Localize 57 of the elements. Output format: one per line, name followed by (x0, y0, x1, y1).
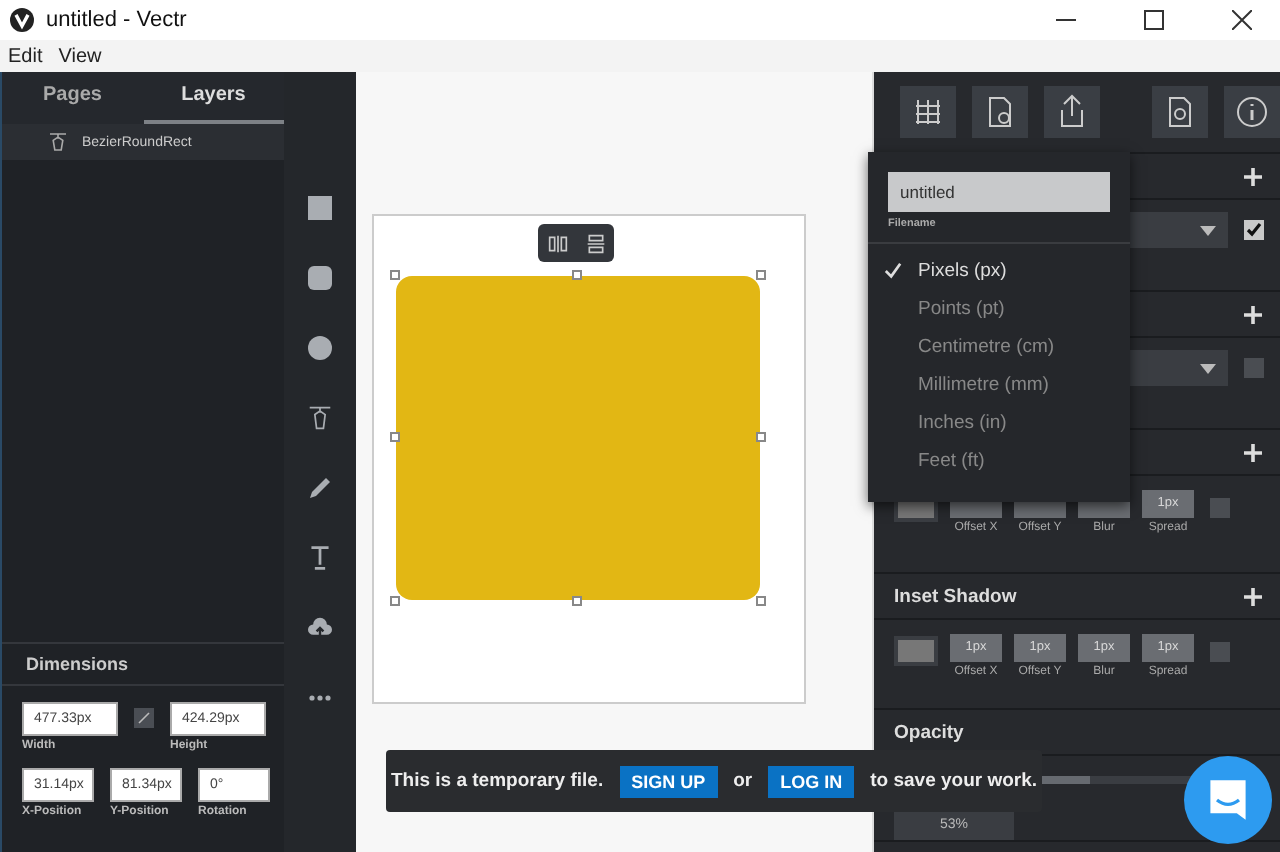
pen-tool-icon[interactable] (308, 406, 332, 430)
menu-item[interactable]: Edit (8, 45, 43, 67)
add-icon[interactable] (1244, 443, 1262, 461)
section-title: Inset Shadow (894, 585, 1017, 607)
notification-text: to save your work. (870, 770, 1038, 792)
info-icon[interactable] (1224, 86, 1280, 138)
logo-icon (10, 8, 34, 32)
section-title: Opacity (894, 721, 964, 743)
resize-handle[interactable] (756, 432, 766, 442)
resize-handle[interactable] (572, 596, 582, 606)
unit-option[interactable]: Centimetre (cm) (868, 328, 1130, 366)
chat-icon[interactable] (1184, 756, 1272, 844)
caret-icon (1200, 225, 1216, 235)
unit-option[interactable]: Inches (in) (868, 404, 1130, 442)
unit-option[interactable]: Feet (ft) (868, 442, 1130, 480)
maximize-icon[interactable] (1144, 10, 1164, 30)
log-in-button[interactable]: LOG IN (768, 765, 855, 797)
sign-up-button[interactable]: SIGN UP (619, 765, 718, 797)
close-icon[interactable] (1232, 10, 1252, 30)
pencil-icon[interactable] (308, 476, 332, 500)
color-swatch[interactable] (894, 636, 938, 666)
rounded-square-icon[interactable] (308, 266, 332, 290)
panel-tab[interactable]: Pages (2, 72, 143, 124)
text-icon[interactable] (308, 546, 332, 570)
circle-icon[interactable] (308, 336, 332, 360)
link-icon[interactable] (134, 708, 154, 728)
flip-horizontal-icon[interactable] (547, 233, 567, 253)
add-icon[interactable] (1244, 587, 1262, 605)
checkmark-icon (884, 262, 902, 280)
resize-handle[interactable] (572, 270, 582, 280)
cloud-upload-icon[interactable] (308, 616, 332, 640)
new-document-icon[interactable] (1152, 86, 1208, 138)
notification-text: or (733, 770, 753, 792)
share-icon[interactable] (1044, 86, 1100, 138)
grid-icon[interactable] (900, 86, 956, 138)
checkbox[interactable] (1210, 642, 1230, 662)
caret-icon (1200, 363, 1216, 373)
window-title: untitled - Vectr (46, 8, 187, 32)
document-settings-icon[interactable] (972, 86, 1028, 138)
resize-handle[interactable] (756, 596, 766, 606)
checkbox[interactable] (1244, 358, 1264, 378)
resize-handle[interactable] (390, 270, 400, 280)
flip-vertical-icon[interactable] (585, 233, 605, 253)
resize-handle[interactable] (390, 432, 400, 442)
unit-option[interactable]: Millimetre (mm) (868, 366, 1130, 404)
add-icon[interactable] (1244, 305, 1262, 323)
checkbox[interactable] (1244, 220, 1264, 240)
checkbox[interactable] (1210, 498, 1230, 518)
pen-tool-icon (50, 132, 66, 152)
resize-handle[interactable] (756, 270, 766, 280)
unit-option[interactable]: Pixels (px) (868, 252, 1130, 290)
unit-option[interactable]: Points (pt) (868, 290, 1130, 328)
resize-handle[interactable] (390, 596, 400, 606)
add-icon[interactable] (1244, 167, 1262, 185)
notification-text: This is a temporary file. (390, 770, 604, 792)
menu-item[interactable]: View (58, 45, 102, 67)
filename-field[interactable]: untitled (888, 172, 1110, 212)
